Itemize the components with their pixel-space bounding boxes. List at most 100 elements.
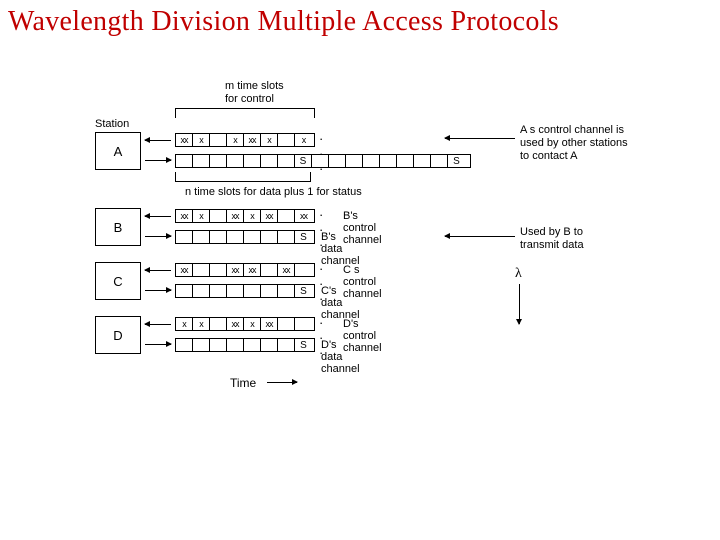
- m-slots-line2: for control: [225, 93, 284, 106]
- ctrl-slot: xx: [227, 264, 244, 276]
- ctrl-slot: [295, 318, 312, 330]
- data-slot: S: [295, 285, 312, 297]
- ctrl-slot: xx: [227, 318, 244, 330]
- data-slot: [193, 285, 210, 297]
- ctrl-slot: x: [176, 318, 193, 330]
- arrow-left-icon: [145, 270, 171, 271]
- data-slot: [244, 155, 261, 167]
- ctrl-slot: [210, 210, 227, 222]
- ctrl-slot: x: [193, 134, 210, 146]
- station-a-right-annotation: A s control channel is used by other sta…: [520, 124, 628, 164]
- arrow-left-icon: [145, 216, 171, 217]
- ctrl-slot: [210, 264, 227, 276]
- station-d-data-label: D's data channel: [321, 339, 360, 375]
- arrow-down-icon: [519, 284, 520, 324]
- ctrl-slot: [278, 318, 295, 330]
- arrow-left-icon: [145, 324, 171, 325]
- data-slot: [261, 339, 278, 351]
- ctrl-slot: x: [244, 318, 261, 330]
- m-slots-annotation: m time slots for control: [225, 80, 284, 106]
- ctrl-slot: x: [261, 134, 278, 146]
- data-slot: S: [295, 155, 312, 167]
- station-a-data-row: S S: [175, 154, 471, 168]
- data-slot: [227, 339, 244, 351]
- annot-line: to contact A: [520, 150, 628, 163]
- data-slot: S: [448, 155, 465, 167]
- ctrl-slot: xx: [244, 134, 261, 146]
- data-slot: [176, 339, 193, 351]
- data-slot: [278, 155, 295, 167]
- ctrl-slot: [210, 134, 227, 146]
- data-slot: [431, 155, 448, 167]
- station-b-control-row: xx x xx x xx xx: [175, 209, 315, 223]
- data-slot: [278, 231, 295, 243]
- data-slot: [193, 339, 210, 351]
- arrow-right-icon: [145, 236, 171, 237]
- station-b-data-label: B's data channel: [321, 231, 360, 267]
- data-slot: [244, 285, 261, 297]
- wdma-diagram: m time slots for control Station A xx x …: [95, 80, 635, 440]
- data-slot: [210, 231, 227, 243]
- ctrl-slot: [210, 318, 227, 330]
- annot-line: transmit data: [520, 239, 584, 252]
- data-slot: [244, 231, 261, 243]
- data-slot: [397, 155, 414, 167]
- annot-line: Used by B to: [520, 226, 584, 239]
- data-slot: [278, 339, 295, 351]
- data-slot: [261, 285, 278, 297]
- data-slot: [176, 231, 193, 243]
- arrow-left-icon: [145, 140, 171, 141]
- ctrl-slot: xx: [244, 264, 261, 276]
- lambda-symbol: λ: [515, 266, 522, 282]
- ctrl-slot: [295, 264, 312, 276]
- data-slot: S: [295, 339, 312, 351]
- data-slot: S: [295, 231, 312, 243]
- annot-line: used by other stations: [520, 137, 628, 150]
- station-c-box: C: [95, 262, 141, 300]
- page-title: Wavelength Division Multiple Access Prot…: [8, 6, 559, 38]
- data-slot: [176, 155, 193, 167]
- ctrl-slot: x: [244, 210, 261, 222]
- data-slot: [329, 155, 346, 167]
- station-b-box: B: [95, 208, 141, 246]
- data-slot: [227, 155, 244, 167]
- data-slot: [346, 155, 363, 167]
- arrow-right-icon: [145, 344, 171, 345]
- station-a-control-row: xx x x xx x x: [175, 133, 315, 147]
- ctrl-slot: xx: [261, 318, 278, 330]
- data-slot: [380, 155, 397, 167]
- data-slot: [312, 155, 329, 167]
- station-d-control-row: x x xx x xx: [175, 317, 315, 331]
- data-slot: [278, 285, 295, 297]
- data-slot: [261, 155, 278, 167]
- data-slot: [210, 155, 227, 167]
- arrow-left-long-icon: [445, 138, 515, 139]
- data-slot: [193, 155, 210, 167]
- ctrl-slot: [278, 134, 295, 146]
- brace-top: [175, 108, 315, 118]
- data-slot: [176, 285, 193, 297]
- station-d-data-row: S: [175, 338, 315, 352]
- ctrl-slot: [193, 264, 210, 276]
- ctrl-slot: [261, 264, 278, 276]
- brace-bottom: [175, 172, 311, 182]
- ctrl-slot: xx: [295, 210, 312, 222]
- station-a-box: A: [95, 132, 141, 170]
- ctrl-slot: x: [227, 134, 244, 146]
- data-slot: [210, 285, 227, 297]
- data-slot: [193, 231, 210, 243]
- time-axis-label: Time: [230, 376, 256, 390]
- data-slot: [363, 155, 380, 167]
- annot-line: A s control channel is: [520, 124, 628, 137]
- station-c-data-row: S: [175, 284, 315, 298]
- ctrl-slot: xx: [176, 210, 193, 222]
- arrow-right-icon: [145, 160, 171, 161]
- data-slot: [261, 231, 278, 243]
- ctrl-slot: xx: [278, 264, 295, 276]
- ctrl-slot: x: [295, 134, 312, 146]
- station-c-data-label: C's data channel: [321, 285, 360, 321]
- arrow-right-icon: [145, 290, 171, 291]
- station-d-box: D: [95, 316, 141, 354]
- station-header: Station: [95, 118, 129, 130]
- m-slots-line1: m time slots: [225, 80, 284, 93]
